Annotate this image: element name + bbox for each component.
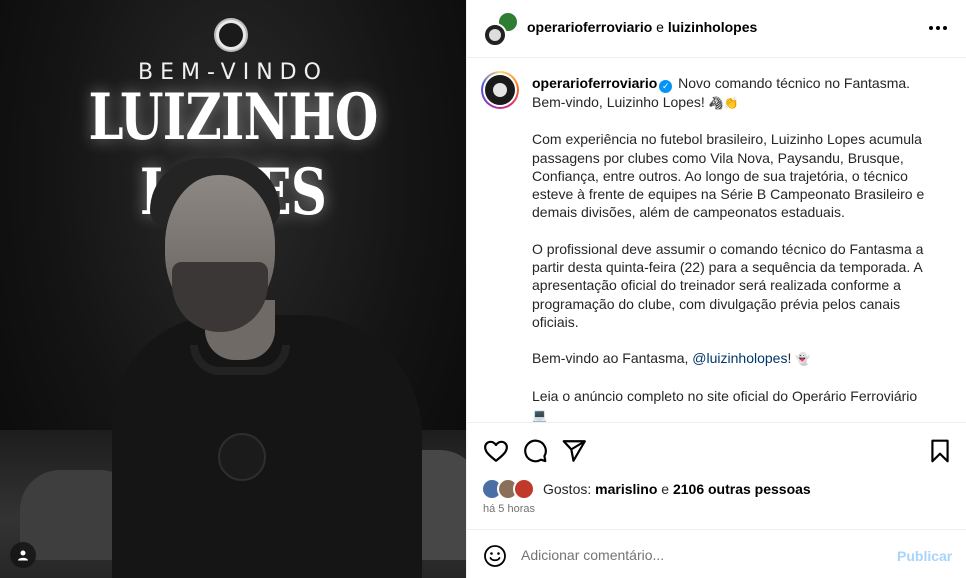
likes-connector: e <box>661 481 670 497</box>
save-button[interactable] <box>927 438 953 464</box>
comment-button[interactable] <box>522 438 548 464</box>
comment-bar: Publicar <box>467 529 966 578</box>
more-options-button[interactable] <box>927 17 949 39</box>
tagged-users-button[interactable] <box>10 542 36 568</box>
caption-username[interactable]: operarioferroviario <box>532 75 657 91</box>
comment-icon <box>524 439 547 463</box>
caption-text: Leia o anúncio completo no site oficial … <box>532 387 918 404</box>
publish-button[interactable]: Publicar <box>897 548 952 564</box>
smiley-icon <box>484 545 506 567</box>
post-header: operarioferroviario e luizinholopes <box>467 0 966 58</box>
emoji-button[interactable] <box>483 544 507 568</box>
liker-avatars <box>481 478 537 500</box>
caption-text: ! <box>787 350 792 367</box>
caption-paragraph: Com experiência no futebol brasileiro, L… <box>532 131 925 221</box>
likes-summary[interactable]: Gostos: marislino e 2106 outras pessoas <box>481 478 811 500</box>
avatar <box>513 478 535 500</box>
post-timestamp[interactable]: há 5 horas <box>483 503 535 515</box>
user-icon <box>18 550 28 561</box>
caption-emoji: 👻 <box>795 352 811 367</box>
caption-scroll-area[interactable]: operarioferroviario ✓ Novo comando técnic… <box>467 59 966 423</box>
likes-prefix: Gostos: <box>543 481 592 497</box>
post-caption: operarioferroviario ✓ Novo comando técnic… <box>532 74 932 422</box>
likes-text: Gostos: marislino e 2106 outras pessoas <box>543 481 811 497</box>
avatar <box>483 23 507 47</box>
bookmark-icon <box>931 439 949 463</box>
post-sidebar: operarioferroviario e luizinholopes oper… <box>466 0 966 578</box>
post-actions <box>467 430 966 470</box>
collaborator-link[interactable]: luizinholopes <box>668 19 757 35</box>
comment-input[interactable] <box>521 542 881 568</box>
verified-badge-icon: ✓ <box>659 80 673 93</box>
post-image[interactable]: BEM-VINDO LUIZINHO LOPES <box>0 0 466 578</box>
others-link[interactable]: 2106 outras pessoas <box>673 481 811 497</box>
share-button[interactable] <box>561 438 587 464</box>
like-button[interactable] <box>483 438 509 464</box>
mention-link[interactable]: @luizinholopes <box>692 350 787 366</box>
avatar[interactable] <box>481 71 519 109</box>
caption-text: Bem-vindo ao Fantasma, <box>532 350 689 367</box>
post-authors: operarioferroviario e luizinholopes <box>527 19 757 35</box>
author-link[interactable]: operarioferroviario <box>527 19 652 35</box>
club-crest-logo <box>214 18 248 52</box>
shirt-crest <box>218 433 266 481</box>
caption-paragraph: O profissional deve assumir o comando té… <box>532 240 924 330</box>
caption-emoji: 💻 <box>532 407 547 422</box>
coach-collar <box>190 345 290 375</box>
liker-link[interactable]: marislino <box>595 481 657 497</box>
collab-avatars[interactable] <box>483 11 519 47</box>
send-icon <box>562 440 586 462</box>
heart-icon <box>484 440 508 462</box>
more-horizontal-icon <box>929 26 947 30</box>
caption-emoji: 🦓👏 <box>708 96 739 110</box>
authors-connector: e <box>656 19 664 35</box>
